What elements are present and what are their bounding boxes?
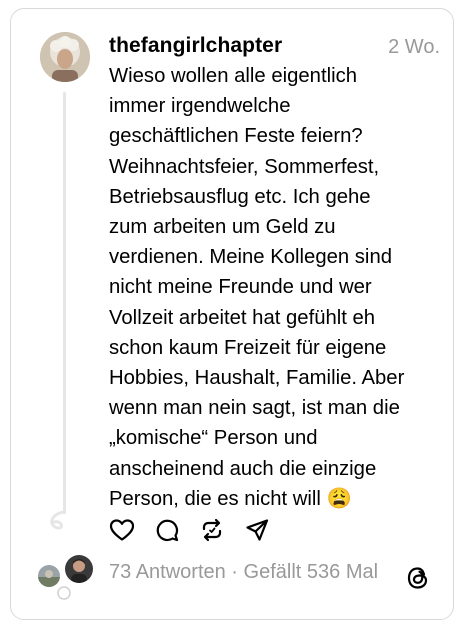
post-text-line: verdienen. Meine Kollegen sind (109, 246, 392, 269)
thread-line (63, 92, 66, 514)
replies-count[interactable]: 73 Antworten (109, 561, 226, 583)
post-text-line: anscheinend auch die einzige (109, 457, 377, 480)
stats-separator: · (225, 561, 244, 583)
post-text-line: Betriebsausflug etc. Ich gehe (109, 185, 371, 208)
action-bar (107, 515, 287, 545)
comment-icon (156, 519, 179, 542)
like-button[interactable] (107, 515, 137, 545)
reply-avatar[interactable] (63, 553, 95, 585)
post-text-line: zum arbeiten um Geld zu (109, 216, 336, 239)
post-text-line: Person, die es nicht will 😩 (109, 487, 352, 510)
post-text-line: immer irgendwelche (109, 95, 291, 118)
repost-button[interactable] (197, 515, 227, 545)
avatar[interactable] (40, 32, 90, 82)
repost-icon (202, 518, 222, 542)
post-text-line: Hobbies, Haushalt, Familie. Aber (109, 367, 405, 390)
username[interactable]: thefangirlchapter (109, 34, 282, 58)
post-text-line: „komische“ Person und (109, 427, 318, 450)
threads-logo-icon (407, 567, 428, 589)
reply-avatar[interactable] (56, 585, 72, 601)
post-stats: 73 Antworten · Gefällt 536 Mal (109, 561, 378, 584)
post-text-line: wenn man nein sagt, ist man die (109, 397, 400, 420)
post-text-line: Weihnachtsfeier, Sommerfest, (109, 155, 380, 178)
comment-button[interactable] (152, 515, 182, 545)
likes-count[interactable]: Gefällt 536 Mal (244, 561, 379, 583)
post-time: 2 Wo. (388, 36, 440, 58)
post-text-line: geschäftlichen Feste feiern? (109, 125, 363, 148)
share-button[interactable] (242, 515, 272, 545)
post-text-line: nicht meine Freunde und wer (109, 276, 372, 299)
post-text-line: schon kaum Freizeit für eigene (109, 336, 387, 359)
post-text-line: Vollzeit arbeitet hat gefühlt eh (109, 306, 376, 329)
heart-icon (109, 519, 135, 541)
send-icon (246, 519, 269, 541)
thread-curl-icon (50, 510, 66, 530)
post-text-line: Wieso wollen alle eigentlich (109, 65, 358, 87)
reply-avatar[interactable] (36, 563, 62, 589)
post-text: Wieso wollen alle eigentlich immer irgen… (109, 61, 434, 514)
